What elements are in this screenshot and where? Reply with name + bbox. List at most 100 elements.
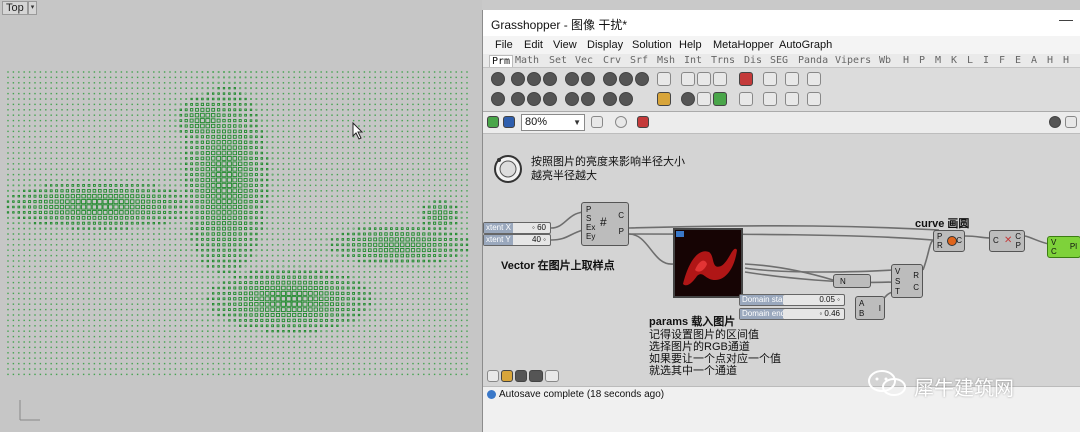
- line-param-icon[interactable]: [511, 92, 525, 106]
- preview-mode-icon[interactable]: [1049, 116, 1061, 128]
- list-icon[interactable]: [697, 92, 711, 106]
- field-param-icon[interactable]: [581, 92, 595, 106]
- pen-icon[interactable]: [637, 116, 649, 128]
- grid-circle: [196, 260, 198, 262]
- flask-icon[interactable]: [785, 92, 799, 106]
- zoom-select[interactable]: 80% ▼: [521, 114, 585, 131]
- menu-edit[interactable]: Edit: [524, 39, 543, 51]
- menu-view[interactable]: View: [553, 39, 577, 51]
- viewport-menu-arrow-icon[interactable]: ▾: [28, 1, 37, 15]
- graph-icon[interactable]: [713, 92, 727, 106]
- data-input-icon[interactable]: [657, 72, 671, 86]
- tab-crv[interactable]: Crv: [603, 55, 621, 66]
- vector-param-icon[interactable]: [527, 72, 541, 86]
- plane-param-icon[interactable]: [527, 92, 541, 106]
- minimize-icon[interactable]: —: [1059, 12, 1073, 28]
- save-icon[interactable]: [503, 116, 515, 128]
- grid-circle: [7, 179, 9, 181]
- integer-param-icon[interactable]: [635, 72, 649, 86]
- grid-circle: [221, 199, 227, 205]
- display-mode-icon[interactable]: [1065, 116, 1077, 128]
- tab-panda[interactable]: Panda: [798, 55, 828, 66]
- menu-file[interactable]: File: [495, 39, 513, 51]
- eye-icon[interactable]: [615, 116, 627, 128]
- tab-wb[interactable]: Wb: [879, 55, 891, 66]
- tab-msh[interactable]: Msh: [657, 55, 675, 66]
- grid-circle: [120, 368, 123, 370]
- colour-param-icon[interactable]: [603, 92, 617, 106]
- import-icon[interactable]: [807, 92, 821, 106]
- grid-circle: [109, 298, 112, 300]
- grid-circle: [390, 217, 393, 219]
- mesh-param-icon[interactable]: [603, 72, 617, 86]
- tab-p[interactable]: P: [919, 55, 925, 66]
- tab-trns[interactable]: Trns: [711, 55, 735, 66]
- tab-h1[interactable]: H: [903, 55, 909, 66]
- menu-autograph[interactable]: AutoGraph: [779, 39, 832, 51]
- brep-param-icon[interactable]: [565, 92, 579, 106]
- zoom-extents-icon[interactable]: [591, 116, 603, 128]
- tab-a[interactable]: A: [1031, 55, 1037, 66]
- tab-seg[interactable]: SEG: [770, 55, 788, 66]
- grid-circle: [342, 163, 344, 165]
- tab-e[interactable]: E: [1015, 55, 1021, 66]
- slider-icon[interactable]: [697, 72, 711, 86]
- slider-extent-x[interactable]: xtent X ◦ 60: [483, 222, 551, 234]
- number-param-icon[interactable]: [619, 72, 633, 86]
- sphere-icon[interactable]: [785, 72, 799, 86]
- panel-icon[interactable]: [681, 72, 695, 86]
- cherry-icon[interactable]: [739, 72, 753, 86]
- grid-circle: [195, 97, 199, 101]
- grid-circle: [363, 71, 366, 73]
- box-param-icon[interactable]: [543, 92, 557, 106]
- text-param-icon[interactable]: [619, 92, 633, 106]
- grid-circle: [331, 114, 333, 116]
- menu-help[interactable]: Help: [679, 39, 702, 51]
- grid-circle: [347, 206, 349, 208]
- image-sampler-icon[interactable]: [657, 92, 671, 106]
- geometry-icon[interactable]: [491, 72, 505, 86]
- tab-int[interactable]: Int: [684, 55, 702, 66]
- menu-metahopper[interactable]: MetaHopper: [713, 39, 774, 51]
- tab-vipers[interactable]: Vipers: [835, 55, 871, 66]
- grid-circle: [163, 184, 166, 187]
- tab-f[interactable]: F: [999, 55, 1005, 66]
- curve-param-icon[interactable]: [565, 72, 579, 86]
- rhino-top-viewport[interactable]: Top ▾: [0, 0, 482, 432]
- gh-canvas[interactable]: 按照图片的亮度来影响半径大小 越亮半径越大 xtent X ◦ 60 xtent…: [483, 134, 1080, 386]
- viewport-title-top[interactable]: Top: [2, 1, 28, 15]
- tab-k[interactable]: K: [951, 55, 957, 66]
- tab-srf[interactable]: Srf: [630, 55, 648, 66]
- grid-circle: [358, 152, 360, 154]
- tree-icon[interactable]: [739, 92, 753, 106]
- tab-m[interactable]: M: [935, 55, 941, 66]
- grid-circle: [28, 254, 31, 257]
- wand-icon[interactable]: [807, 72, 821, 86]
- knob-icon[interactable]: [491, 152, 525, 186]
- point-param-icon[interactable]: [511, 72, 525, 86]
- tab-i[interactable]: I: [983, 55, 989, 66]
- menu-solution[interactable]: Solution: [632, 39, 672, 51]
- tab-l[interactable]: L: [967, 55, 973, 66]
- arrow-right-icon[interactable]: [763, 72, 777, 86]
- tab-h3[interactable]: H: [1063, 55, 1069, 66]
- tab-prm[interactable]: Prm: [489, 55, 514, 67]
- grid-circle: [28, 141, 31, 143]
- record-icon[interactable]: [681, 92, 695, 106]
- grid-circle: [379, 303, 382, 306]
- surface-param-icon[interactable]: [581, 72, 595, 86]
- grid-circle: [271, 238, 274, 241]
- grid-circle: [207, 325, 209, 327]
- open-file-icon[interactable]: [487, 116, 499, 128]
- menu-display[interactable]: Display: [587, 39, 623, 51]
- tab-vec[interactable]: Vec: [575, 55, 593, 66]
- tab-math[interactable]: Math: [515, 55, 539, 66]
- tab-h2[interactable]: H: [1047, 55, 1053, 66]
- grid-circle: [163, 227, 166, 230]
- tab-set[interactable]: Set: [549, 55, 567, 66]
- export-icon[interactable]: [763, 92, 777, 106]
- toggle-icon[interactable]: [713, 72, 727, 86]
- circle-param-icon[interactable]: [543, 72, 557, 86]
- transform-icon[interactable]: [491, 92, 505, 106]
- tab-dis[interactable]: Dis: [744, 55, 762, 66]
